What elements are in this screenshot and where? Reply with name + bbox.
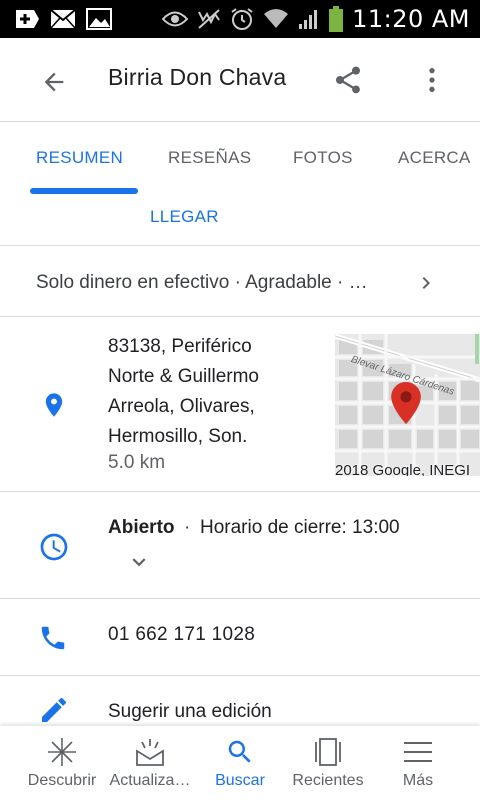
nav-buscar[interactable]: Buscar: [192, 726, 288, 800]
divider: [0, 316, 480, 317]
directions-button[interactable]: LLEGAR: [150, 207, 219, 227]
app-bar: Birria Don Chava: [0, 38, 480, 120]
explore-icon: [46, 736, 78, 768]
back-button[interactable]: [36, 64, 72, 100]
share-button[interactable]: [330, 62, 366, 98]
tab-acerca[interactable]: ACERCA: [398, 148, 471, 168]
divider: [0, 491, 480, 492]
image-icon: [86, 8, 112, 30]
battery-icon: [329, 6, 344, 32]
hours-separator: ·: [184, 517, 191, 538]
address-row[interactable]: 83138, Periférico Norte & Guillermo Arre…: [0, 318, 480, 492]
chevron-down-icon[interactable]: [126, 549, 152, 575]
suggest-edit-row[interactable]: Sugerir una edición: [0, 676, 480, 726]
address-text: 83138, Periférico Norte & Guillermo Arre…: [108, 332, 318, 452]
signal-icon: [298, 8, 320, 30]
mute-icon: [197, 8, 221, 30]
tab-fotos[interactable]: FOTOS: [293, 148, 353, 168]
phone-row[interactable]: 01 662 171 1028: [0, 599, 480, 675]
nav-label: Más: [402, 772, 434, 789]
place-title: Birria Don Chava: [108, 64, 287, 90]
map-thumbnail[interactable]: Blevar Lázaro Cárdenas 2018 Google, INEG…: [335, 334, 480, 476]
nav-descubrir[interactable]: Descubrir: [14, 726, 110, 800]
bottom-navigation: Descubrir Actualiza… Buscar Recientes Má…: [0, 726, 480, 800]
divider: [0, 245, 480, 246]
address-line: Norte & Guillermo: [108, 366, 259, 387]
eye-icon: [162, 10, 189, 28]
attributes-summary: Solo dinero en efectivo · Agradable · …: [36, 272, 368, 293]
phone-icon: [41, 626, 65, 650]
wifi-icon: [263, 8, 289, 30]
attributes-row[interactable]: Solo dinero en efectivo · Agradable · …: [0, 247, 480, 317]
more-options-button[interactable]: [414, 62, 450, 98]
hours-row[interactable]: Abierto · Horario de cierre: 13:00: [0, 493, 480, 598]
address-line: Hermosillo, Son.: [108, 426, 248, 447]
nav-label: Actualiza…: [109, 772, 191, 789]
map-pin-icon: [391, 382, 421, 424]
nav-actualizaciones[interactable]: Actualiza…: [102, 726, 198, 800]
address-line: 83138, Periférico: [108, 336, 252, 357]
clock-time: 11:20 AM: [352, 5, 470, 33]
search-icon: [224, 736, 256, 768]
phone-number: 01 662 171 1028: [108, 624, 256, 645]
share-icon: [336, 66, 360, 94]
menu-icon: [402, 736, 434, 768]
location-pin-icon: [45, 393, 63, 417]
mail-icon: [50, 9, 76, 29]
suggest-edit-label: Sugerir una edición: [108, 701, 272, 722]
map-copyright: 2018 Google, INEGI: [335, 462, 471, 476]
closing-time: Horario de cierre: 13:00: [200, 517, 400, 538]
chevron-right-icon: [422, 277, 430, 289]
clock-icon: [40, 533, 68, 561]
tab-bar: RESUMEN RESEÑAS FOTOS ACERCA: [0, 122, 480, 194]
nav-mas[interactable]: Más: [370, 726, 466, 800]
tab-resenas[interactable]: RESEÑAS: [168, 148, 251, 168]
arrow-back-icon: [44, 72, 64, 92]
updates-icon: [134, 736, 166, 768]
tab-indicator: [30, 188, 138, 194]
address-line: Arreola, Olivares,: [108, 396, 255, 417]
more-vert-icon: [429, 68, 435, 92]
nav-recientes[interactable]: Recientes: [280, 726, 376, 800]
distance-text: 5.0 km: [108, 452, 166, 473]
open-status: Abierto: [108, 517, 175, 538]
tab-resumen[interactable]: RESUMEN: [36, 148, 123, 168]
nav-label: Recientes: [292, 772, 364, 789]
alarm-icon: [230, 7, 254, 31]
status-bar: 11:20 AM: [0, 0, 480, 38]
pencil-icon: [42, 697, 67, 722]
add-notification-icon: [14, 8, 40, 30]
recents-icon: [312, 736, 344, 768]
